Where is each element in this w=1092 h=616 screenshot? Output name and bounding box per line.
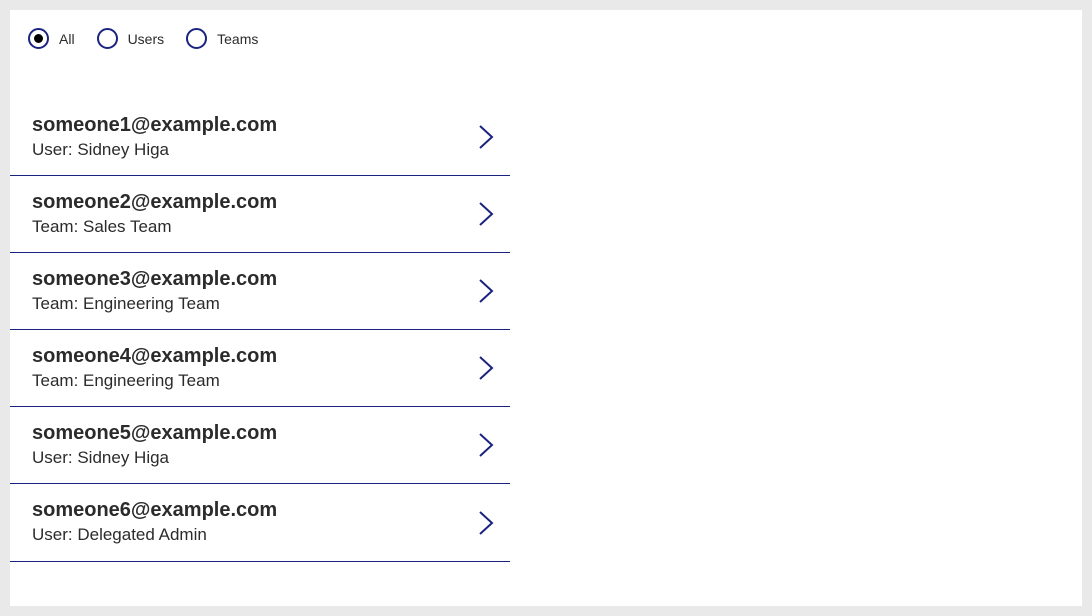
list-item-text: someone2@example.com Team: Sales Team [32,190,277,238]
chevron-right-icon [476,430,498,460]
list-item-text: someone4@example.com Team: Engineering T… [32,344,277,392]
chevron-right-icon [476,508,498,538]
list-item-email: someone2@example.com [32,190,277,214]
list-item-email: someone4@example.com [32,344,277,368]
list-item[interactable]: someone1@example.com User: Sidney Higa [10,99,510,176]
mailbox-panel: All Users Teams someone1@example.com Use… [10,10,1082,606]
list-item-email: someone6@example.com [32,498,277,522]
chevron-right-icon [476,353,498,383]
chevron-right-icon [476,199,498,229]
list-item-sub: User: Delegated Admin [32,524,277,546]
list-item[interactable]: someone4@example.com Team: Engineering T… [10,330,510,407]
list-item-email: someone5@example.com [32,421,277,445]
list-item-sub: Team: Engineering Team [32,370,277,392]
list-item[interactable]: someone3@example.com Team: Engineering T… [10,253,510,330]
list-item-text: someone1@example.com User: Sidney Higa [32,113,277,161]
filter-row: All Users Teams [10,10,1082,49]
radio-teams-label: Teams [217,31,258,47]
radio-all-label: All [59,31,75,47]
list-item-text: someone3@example.com Team: Engineering T… [32,267,277,315]
mailbox-list[interactable]: someone1@example.com User: Sidney Higa s… [10,99,510,589]
list-item-email: someone3@example.com [32,267,277,291]
radio-teams[interactable]: Teams [186,28,258,49]
radio-circle-icon [97,28,118,49]
radio-users[interactable]: Users [97,28,165,49]
list-item-text: someone5@example.com User: Sidney Higa [32,421,277,469]
scroll-spacer [10,562,510,589]
radio-users-label: Users [128,31,165,47]
chevron-right-icon [476,276,498,306]
list-item-sub: Team: Sales Team [32,216,277,238]
list-item-email: someone1@example.com [32,113,277,137]
list-item[interactable]: someone2@example.com Team: Sales Team [10,176,510,253]
chevron-right-icon [476,122,498,152]
list-item-text: someone6@example.com User: Delegated Adm… [32,498,277,546]
list-item[interactable]: someone5@example.com User: Sidney Higa [10,407,510,484]
list-item[interactable]: someone6@example.com User: Delegated Adm… [10,484,510,561]
list-item-sub: Team: Engineering Team [32,293,277,315]
list-item-sub: User: Sidney Higa [32,139,277,161]
radio-circle-icon [28,28,49,49]
list-item-sub: User: Sidney Higa [32,447,277,469]
radio-circle-icon [186,28,207,49]
radio-all[interactable]: All [28,28,75,49]
